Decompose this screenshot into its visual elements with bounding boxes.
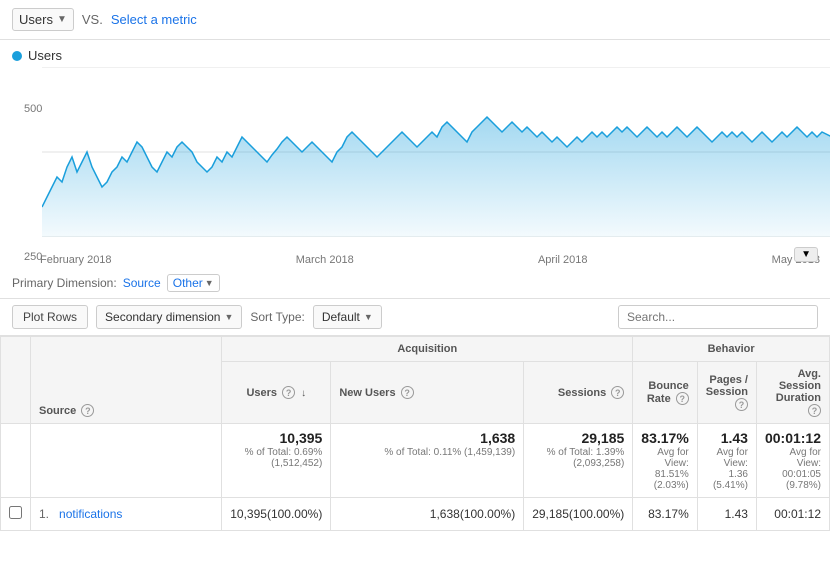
source-help-icon[interactable]: ? (81, 404, 94, 417)
row1-bounce-value: 83.17% (648, 507, 689, 521)
bounce-help-icon[interactable]: ? (676, 392, 689, 405)
sessions-help-icon[interactable]: ? (611, 386, 624, 399)
totals-pages-value: 1.43 (706, 430, 748, 446)
users-help-icon[interactable]: ? (282, 386, 295, 399)
totals-bounce-subtext: Avg for View: 81.51% (2.03%) (641, 447, 688, 491)
totals-bounce-value: 83.17% (641, 430, 688, 446)
sessions-col-header[interactable]: Sessions ? (524, 362, 633, 424)
totals-sessions-subtext: % of Total: 1.39% (2,093,258) (532, 447, 624, 469)
dimension-controls: Primary Dimension: Source Other ▼ (0, 268, 830, 299)
sort-dropdown-arrow: ▼ (364, 312, 373, 322)
secondary-dim-label: Secondary dimension (105, 310, 220, 324)
checkbox-header (1, 337, 31, 424)
vs-label: VS. (82, 12, 103, 27)
totals-pages-subtext: Avg for View: 1.36 (5.41%) (706, 447, 748, 491)
behavior-group-header: Behavior (633, 337, 830, 362)
row1-sessions-cell: 29,185(100.00%) (524, 498, 633, 531)
pages-help-icon[interactable]: ? (735, 398, 748, 411)
table-row: 1. notifications 10,395(100.00%) 1,638(1… (1, 498, 830, 531)
totals-users-cell: 10,395 % of Total: 0.69% (1,512,452) (222, 424, 331, 498)
chart-legend: Users (12, 48, 818, 63)
source-dimension-link[interactable]: Source (123, 276, 161, 290)
totals-users-subtext: % of Total: 0.69% (1,512,452) (230, 447, 322, 469)
row1-users-value: 10,395(100.00%) (230, 507, 322, 521)
row1-avg-value: 00:01:12 (774, 507, 821, 521)
bounce-rate-col-header[interactable]: Bounce Rate ? (633, 362, 697, 424)
row1-sessions-value: 29,185(100.00%) (532, 507, 624, 521)
default-sort-label: Default (322, 310, 360, 324)
row1-pages-value: 1.43 (725, 507, 748, 521)
chart-svg (42, 67, 830, 240)
sort-type-dropdown[interactable]: Default ▼ (313, 305, 382, 329)
collapse-chart-btn[interactable]: ▼ (794, 247, 818, 262)
users-col-header[interactable]: Users ? ↓ (222, 362, 331, 424)
totals-sessions-value: 29,185 (532, 430, 624, 446)
x-label-feb: February 2018 (40, 254, 112, 266)
data-table: Source ? Acquisition Behavior Users ? ↓ … (0, 336, 830, 531)
y-axis-250: 250 (24, 251, 42, 263)
totals-row: 10,395 % of Total: 0.69% (1,512,452) 1,6… (1, 424, 830, 498)
users-metric-dropdown[interactable]: Users ▼ (12, 8, 74, 31)
row1-checkbox[interactable] (9, 506, 22, 519)
row1-source-link[interactable]: notifications (59, 507, 122, 521)
users-metric-label: Users (19, 12, 53, 27)
x-label-mar: March 2018 (296, 254, 354, 266)
new-users-help-icon[interactable]: ? (401, 386, 414, 399)
acquisition-group-header: Acquisition (222, 337, 633, 362)
totals-bounce-cell: 83.17% Avg for View: 81.51% (2.03%) (633, 424, 697, 498)
totals-sessions-cell: 29,185 % of Total: 1.39% (2,093,258) (524, 424, 633, 498)
users-legend-dot (12, 51, 22, 61)
chart-container: Users 500 250 (0, 40, 830, 252)
row1-checkbox-cell[interactable] (1, 498, 31, 531)
primary-dim-label: Primary Dimension: (12, 276, 117, 290)
secondary-dimension-dropdown[interactable]: Secondary dimension ▼ (96, 305, 242, 329)
other-dropdown-arrow: ▼ (205, 278, 214, 288)
users-dropdown-arrow: ▼ (57, 14, 67, 25)
sort-type-label: Sort Type: (250, 310, 304, 324)
select-metric-link[interactable]: Select a metric (111, 12, 197, 27)
row1-pages-cell: 1.43 (697, 498, 756, 531)
row1-bounce-cell: 83.17% (633, 498, 697, 531)
y-axis-500: 500 (24, 103, 42, 115)
row1-new-users-value: 1,638(100.00%) (430, 507, 515, 521)
totals-avg-session-cell: 00:01:12 Avg for View: 00:01:05 (9.78%) (756, 424, 829, 498)
new-users-col-header[interactable]: New Users ? (331, 362, 524, 424)
totals-avg-value: 00:01:12 (765, 430, 821, 446)
secondary-dim-arrow: ▼ (224, 312, 233, 322)
other-label: Other (173, 276, 203, 290)
row1-users-cell: 10,395(100.00%) (222, 498, 331, 531)
totals-source-cell (31, 424, 222, 498)
top-controls: Users ▼ VS. Select a metric (0, 0, 830, 40)
row1-new-users-cell: 1,638(100.00%) (331, 498, 524, 531)
totals-pages-cell: 1.43 Avg for View: 1.36 (5.41%) (697, 424, 756, 498)
totals-new-users-cell: 1,638 % of Total: 0.11% (1,459,139) (331, 424, 524, 498)
row1-avg-session-cell: 00:01:12 (756, 498, 829, 531)
y-axis-labels: 500 250 (24, 103, 42, 263)
row1-source-cell: 1. notifications (31, 498, 222, 531)
totals-avg-subtext: Avg for View: 00:01:05 (9.78%) (765, 447, 821, 491)
row1-rank: 1. (39, 507, 49, 521)
other-dropdown[interactable]: Other ▼ (167, 274, 220, 292)
x-label-apr: April 2018 (538, 254, 588, 266)
avg-session-help-icon[interactable]: ? (808, 404, 821, 417)
x-axis-labels: February 2018 March 2018 April 2018 May … (30, 252, 830, 268)
pages-session-col-header[interactable]: Pages / Session ? (697, 362, 756, 424)
avg-session-col-header[interactable]: Avg. Session Duration ? (756, 362, 829, 424)
source-header: Source ? (31, 337, 222, 424)
users-sort-arrow: ↓ (301, 388, 306, 399)
totals-checkbox-cell (1, 424, 31, 498)
table-controls: Plot Rows Secondary dimension ▼ Sort Typ… (0, 299, 830, 336)
table-search-input[interactable] (618, 305, 818, 329)
totals-users-value: 10,395 (230, 430, 322, 446)
users-legend-label: Users (28, 48, 62, 63)
plot-rows-button[interactable]: Plot Rows (12, 305, 88, 329)
totals-new-users-value: 1,638 (339, 430, 515, 446)
totals-new-users-subtext: % of Total: 0.11% (1,459,139) (339, 447, 515, 458)
